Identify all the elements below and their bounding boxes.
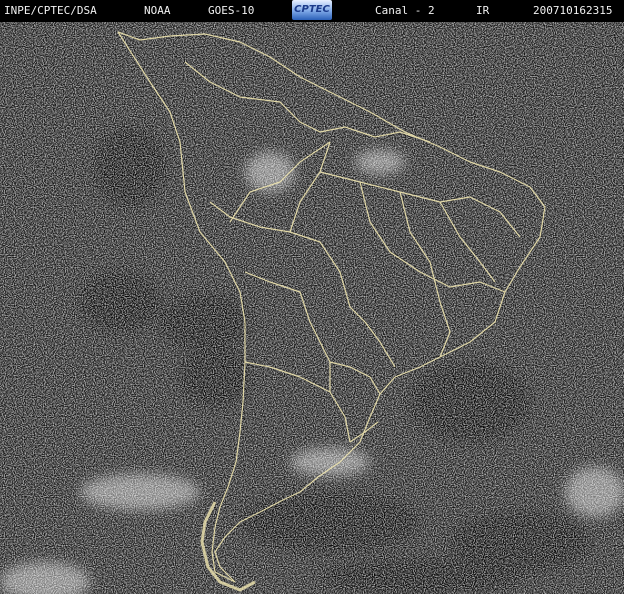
agency-label: NOAA bbox=[144, 4, 171, 17]
image-header: INPE/CPTEC/DSA NOAA GOES-10 CPTEC Canal … bbox=[0, 0, 624, 22]
timestamp-label: 200710162315 bbox=[533, 4, 613, 17]
satellite-imagery bbox=[0, 22, 624, 594]
channel-label: Canal - 2 bbox=[375, 4, 435, 17]
institution-label: INPE/CPTEC/DSA bbox=[4, 4, 97, 17]
infrared-map bbox=[0, 22, 624, 594]
band-label: IR bbox=[476, 4, 490, 17]
satellite-label: GOES-10 bbox=[208, 4, 255, 17]
cptec-logo: CPTEC bbox=[292, 0, 332, 20]
satellite-image-frame: INPE/CPTEC/DSA NOAA GOES-10 CPTEC Canal … bbox=[0, 0, 624, 594]
speckle-noise-texture bbox=[0, 22, 624, 594]
